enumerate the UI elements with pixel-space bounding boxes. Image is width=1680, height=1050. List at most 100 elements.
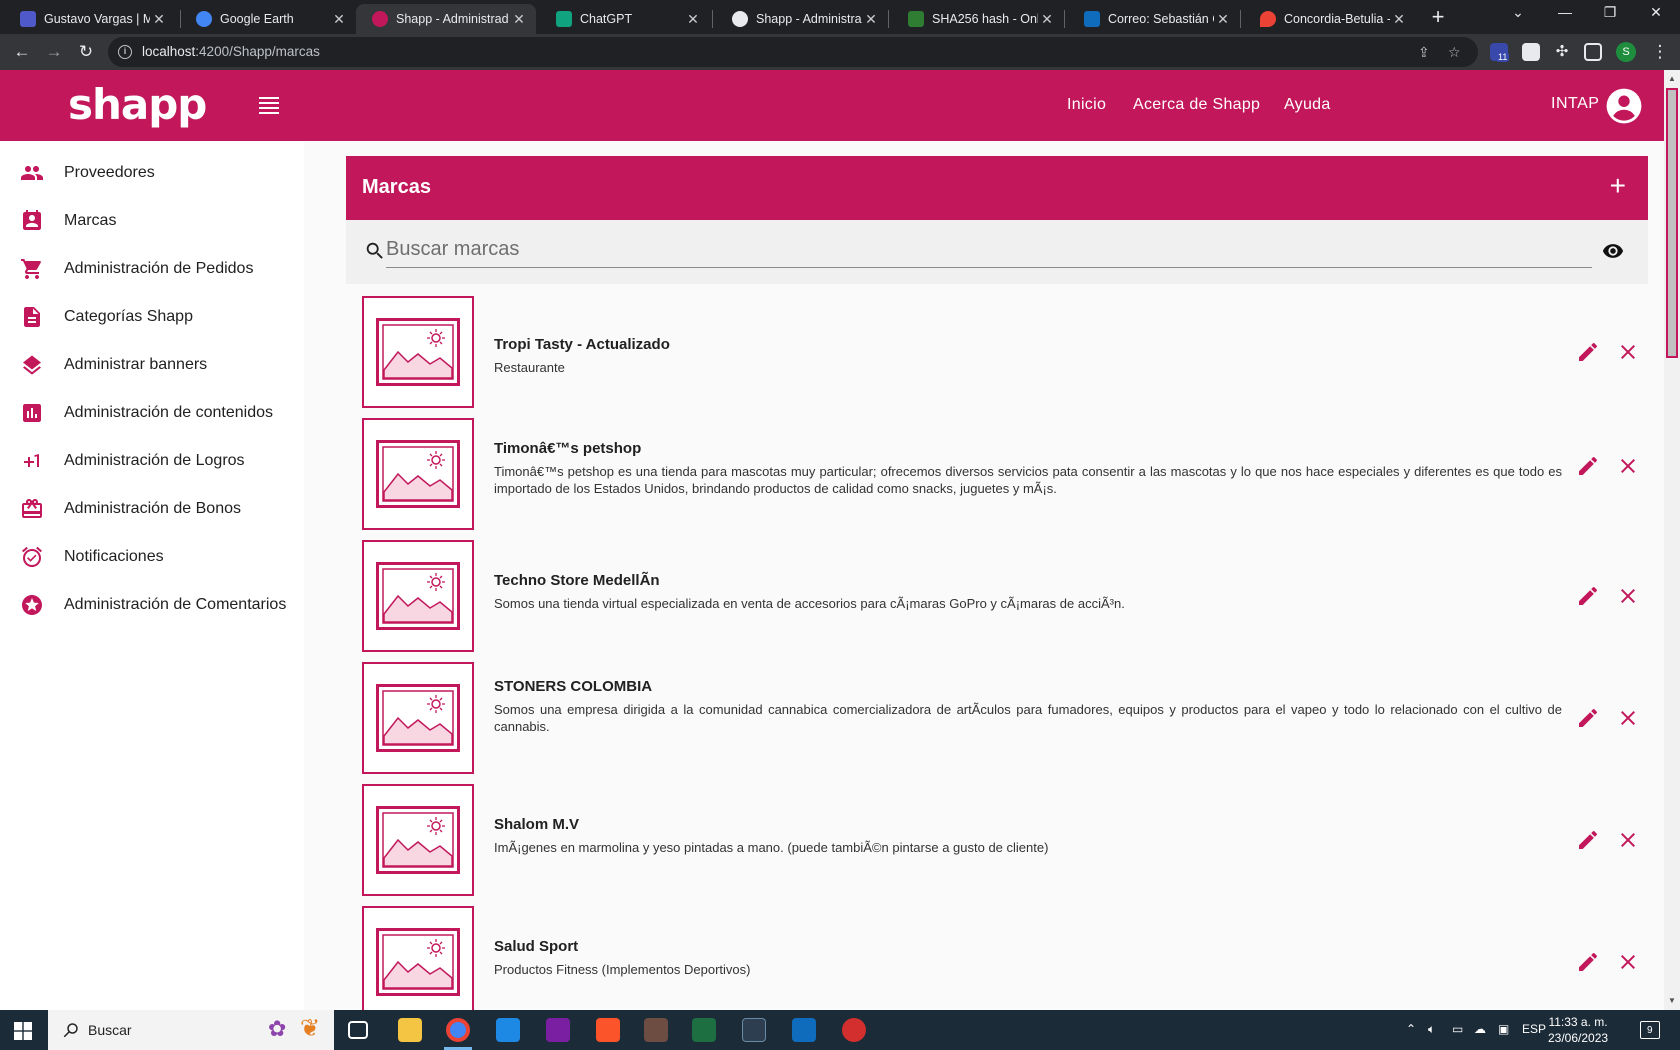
delete-icon[interactable] bbox=[1616, 340, 1640, 364]
browser-tab[interactable]: Concordia-Betulia - ✕ bbox=[1240, 4, 1416, 34]
delete-icon[interactable] bbox=[1616, 706, 1640, 730]
scroll-down-arrow-icon[interactable]: ▼ bbox=[1668, 996, 1676, 1005]
sidebar-item-contenidos[interactable]: Administración de contenidos bbox=[0, 389, 304, 437]
reload-button[interactable]: ↻ bbox=[74, 40, 98, 64]
task-view-icon[interactable] bbox=[348, 1021, 368, 1039]
chrome-menu-icon[interactable]: ⋮ bbox=[1648, 40, 1672, 64]
scrollbar-thumb[interactable] bbox=[1666, 88, 1678, 358]
account-circle-icon[interactable] bbox=[1605, 87, 1643, 125]
app-icon[interactable] bbox=[842, 1018, 866, 1042]
new-tab-button[interactable]: + bbox=[1424, 4, 1452, 30]
browser-tab[interactable]: SHA256 hash - Onlin ✕ bbox=[888, 4, 1064, 34]
windows-start-icon[interactable] bbox=[14, 1022, 32, 1040]
add-brand-button[interactable]: + bbox=[1610, 172, 1626, 200]
brand-list-item[interactable]: Salud Sport Productos Fitness (Implement… bbox=[362, 894, 1648, 1010]
browser-tab[interactable]: Shapp - Administrad ✕ bbox=[712, 4, 888, 34]
minimize-button[interactable]: — bbox=[1545, 4, 1585, 20]
sidebar-item-bonos[interactable]: Administración de Bonos bbox=[0, 485, 304, 533]
brand-list-item[interactable]: Techno Store MedellÃn Somos una tienda v… bbox=[362, 528, 1648, 652]
browser-tab[interactable]: Google Earth ✕ bbox=[176, 4, 356, 34]
browser-tab-active[interactable]: Shapp - Administrad ✕ bbox=[356, 4, 536, 34]
tab-search-icon[interactable]: ⌄ bbox=[1498, 4, 1538, 21]
delete-icon[interactable] bbox=[1616, 828, 1640, 852]
brave-icon[interactable] bbox=[596, 1018, 620, 1042]
sidebar-item-notificaciones[interactable]: Notificaciones bbox=[0, 533, 304, 581]
delete-icon[interactable] bbox=[1616, 950, 1640, 974]
back-button[interactable]: ← bbox=[10, 40, 34, 64]
sidebar-item-categorias[interactable]: Categorías Shapp bbox=[0, 293, 304, 341]
cart-icon bbox=[21, 259, 41, 279]
scroll-up-arrow-icon[interactable]: ▲ bbox=[1668, 74, 1676, 83]
mysql-workbench-icon[interactable] bbox=[742, 1018, 766, 1042]
brand-list-item[interactable]: STONERS COLOMBIA Somos una empresa dirig… bbox=[362, 650, 1648, 774]
restore-button[interactable]: ❐ bbox=[1590, 4, 1630, 21]
nav-link-acerca[interactable]: Acerca de Shapp bbox=[1133, 96, 1260, 114]
close-tab-icon[interactable]: ✕ bbox=[1038, 11, 1056, 28]
eye-icon[interactable] bbox=[1600, 240, 1626, 262]
file-explorer-icon[interactable] bbox=[398, 1018, 422, 1042]
chrome-icon[interactable] bbox=[446, 1018, 470, 1042]
edit-icon[interactable] bbox=[1576, 340, 1600, 364]
sidebar-item-banners[interactable]: Administrar banners bbox=[0, 341, 304, 389]
app-logo[interactable]: shapp bbox=[68, 80, 207, 129]
edit-icon[interactable] bbox=[1576, 584, 1600, 608]
close-tab-icon[interactable]: ✕ bbox=[330, 11, 348, 28]
delete-icon[interactable] bbox=[1616, 584, 1640, 608]
close-window-button[interactable]: ✕ bbox=[1636, 4, 1676, 21]
taskbar-search-box[interactable]: Buscar ✿ ❦ bbox=[48, 1010, 334, 1050]
bookmark-star-icon[interactable]: ☆ bbox=[1448, 44, 1461, 61]
onedrive-icon[interactable]: ☁︎ bbox=[1474, 1022, 1486, 1036]
page-scrollbar[interactable]: ▲ ▼ bbox=[1664, 70, 1680, 1010]
keyboard-language[interactable]: ESP bbox=[1522, 1022, 1546, 1036]
user-name[interactable]: INTAP bbox=[1551, 95, 1599, 113]
image-placeholder-icon bbox=[376, 928, 460, 996]
excel-icon[interactable] bbox=[692, 1018, 716, 1042]
brand-list-item[interactable]: Tropi Tasty - Actualizado Restaurante bbox=[362, 284, 1648, 408]
edit-icon[interactable] bbox=[1576, 454, 1600, 478]
brand-list-item[interactable]: Timonâ€™s petshop Timonâ€™s petshop es u… bbox=[362, 406, 1648, 530]
nav-link-ayuda[interactable]: Ayuda bbox=[1284, 96, 1331, 114]
side-panel-icon[interactable] bbox=[1584, 43, 1602, 61]
image-placeholder-icon bbox=[376, 806, 460, 874]
meet-icon[interactable]: ▭ bbox=[1452, 1022, 1463, 1036]
browser-tab[interactable]: Gustavo Vargas | Mic ✕ bbox=[0, 4, 176, 34]
network-icon[interactable]: ▣ bbox=[1498, 1022, 1509, 1036]
sidebar-item-pedidos[interactable]: Administración de Pedidos bbox=[0, 245, 304, 293]
onenote-icon[interactable] bbox=[546, 1018, 570, 1042]
extension-icon[interactable] bbox=[1522, 43, 1540, 61]
sidebar-item-comentarios[interactable]: Administración de Comentarios bbox=[0, 581, 304, 629]
site-info-icon[interactable]: i bbox=[118, 45, 132, 59]
edit-icon[interactable] bbox=[1576, 950, 1600, 974]
delete-icon[interactable] bbox=[1616, 454, 1640, 478]
nav-link-inicio[interactable]: Inicio bbox=[1067, 96, 1106, 114]
sidebar-item-marcas[interactable]: Marcas bbox=[0, 197, 304, 245]
sidebar-item-logros[interactable]: Administración de Logros bbox=[0, 437, 304, 485]
badge-icon bbox=[23, 210, 41, 230]
close-tab-icon[interactable]: ✕ bbox=[1390, 11, 1408, 28]
extensions-puzzle-icon[interactable]: ✣ bbox=[1550, 40, 1574, 64]
menu-icon[interactable] bbox=[259, 97, 279, 114]
close-tab-icon[interactable]: ✕ bbox=[510, 11, 528, 28]
system-clock[interactable]: 11:33 a. m. 23/06/2023 bbox=[1548, 1014, 1608, 1046]
outlook-icon[interactable] bbox=[792, 1018, 816, 1042]
tray-chevron-icon[interactable]: ⌃ bbox=[1406, 1022, 1416, 1036]
notification-center-icon[interactable]: 9 bbox=[1640, 1021, 1660, 1039]
close-tab-icon[interactable]: ✕ bbox=[862, 11, 880, 28]
vscode-icon[interactable] bbox=[496, 1018, 520, 1042]
edit-icon[interactable] bbox=[1576, 706, 1600, 730]
address-bar[interactable]: i localhost:4200/Shapp/marcas ⇪ ☆ bbox=[108, 37, 1478, 67]
game-app-icon[interactable] bbox=[644, 1018, 668, 1042]
close-tab-icon[interactable]: ✕ bbox=[150, 11, 168, 28]
close-tab-icon[interactable]: ✕ bbox=[1214, 11, 1232, 28]
edit-icon[interactable] bbox=[1576, 828, 1600, 852]
sidebar-item-proveedores[interactable]: Proveedores bbox=[0, 149, 304, 197]
browser-tab[interactable]: Correo: Sebastián Co ✕ bbox=[1064, 4, 1240, 34]
share-icon[interactable]: ⇪ bbox=[1418, 44, 1430, 61]
volume-icon[interactable]: 🔈︎ bbox=[1428, 1022, 1435, 1037]
profile-avatar[interactable]: S bbox=[1616, 42, 1636, 62]
brand-list-item[interactable]: Shalom M.V ImÃ¡genes en marmolina y yeso… bbox=[362, 772, 1648, 896]
search-input[interactable] bbox=[386, 232, 1592, 268]
close-tab-icon[interactable]: ✕ bbox=[684, 11, 702, 28]
browser-tab[interactable]: ChatGPT ✕ bbox=[536, 4, 710, 34]
forward-button[interactable]: → bbox=[42, 40, 66, 64]
